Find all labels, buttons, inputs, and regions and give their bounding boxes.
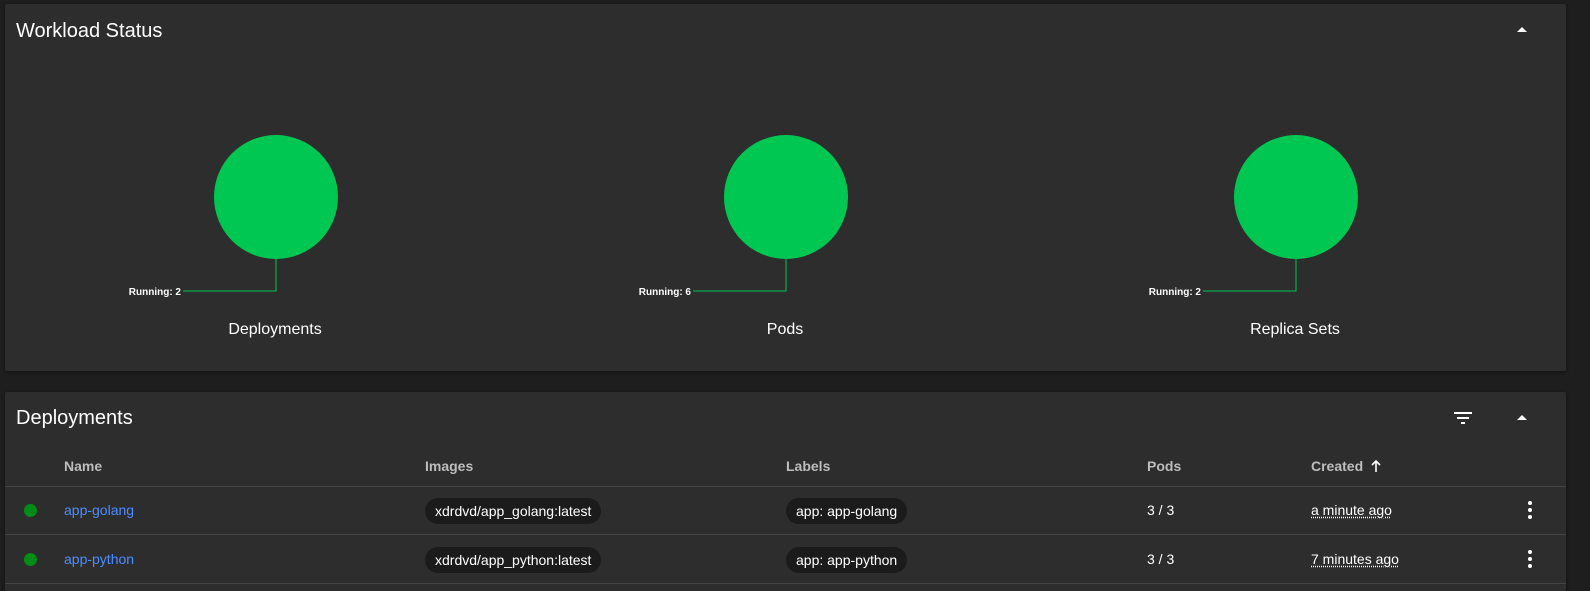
deployments-graph-title: Deployments xyxy=(228,321,322,338)
column-header-images: Images xyxy=(425,458,474,474)
deployments-pie-chart: Running: 2 xyxy=(129,135,338,298)
arrow-drop-up-icon xyxy=(1517,27,1527,32)
more-vert-icon[interactable] xyxy=(1521,498,1539,522)
workload-status-title: Workload Status xyxy=(16,20,163,42)
pods-count: 3 / 3 xyxy=(1147,551,1175,567)
deployments-status-graph: Running: 2 Deployments xyxy=(20,4,530,371)
replica-sets-pie-chart: Running: 2 xyxy=(1149,135,1358,298)
replica-sets-graph-title: Replica Sets xyxy=(1250,321,1340,338)
more-vert-icon[interactable] xyxy=(1521,547,1539,571)
filter-list-icon xyxy=(1454,412,1472,424)
replica-sets-running-label: Running: 2 xyxy=(1149,287,1202,298)
label-chip: app: app-python xyxy=(786,547,908,573)
replica-sets-running-slice xyxy=(1234,135,1358,259)
pods-count: 3 / 3 xyxy=(1147,502,1175,518)
deployments-title: Deployments xyxy=(16,407,133,429)
image-chip: xdrdvd/app_golang:latest xyxy=(425,498,602,524)
filter-button[interactable] xyxy=(1451,406,1475,430)
column-header-created-label: Created xyxy=(1311,458,1364,474)
deployment-name-link[interactable]: app-python xyxy=(64,551,134,567)
arrow-upward-icon xyxy=(1371,459,1381,472)
arrow-drop-up-icon xyxy=(1517,415,1527,420)
pods-running-slice xyxy=(724,135,848,259)
status-running-icon xyxy=(24,553,37,566)
column-header-labels: Labels xyxy=(786,458,831,474)
deployments-running-label: Running: 2 xyxy=(129,287,182,298)
workload-collapse-button[interactable] xyxy=(1510,18,1534,42)
created-time: 7 minutes ago xyxy=(1311,551,1399,567)
column-header-name[interactable]: Name xyxy=(64,458,102,474)
pods-status-graph: Running: 6 Pods xyxy=(530,4,1040,371)
deployment-name-link[interactable]: app-golang xyxy=(64,502,134,518)
deployments-label-line xyxy=(183,259,277,292)
workload-status-card: Running: 2 Deployments Running: 6 Pods R… xyxy=(5,4,1566,371)
replica-sets-label-line xyxy=(1203,259,1297,292)
deployments-running-slice xyxy=(214,135,338,259)
status-running-icon xyxy=(24,504,37,517)
column-header-created[interactable]: Created xyxy=(1311,458,1383,474)
column-header-pods: Pods xyxy=(1147,458,1182,474)
table-row: app-python xdrdvd/app_python:latest app:… xyxy=(5,535,1566,584)
created-time: a minute ago xyxy=(1311,502,1392,518)
image-chip: xdrdvd/app_python:latest xyxy=(425,547,602,573)
label-chip: app: app-golang xyxy=(786,498,908,524)
replica-sets-status-graph: Running: 2 Replica Sets xyxy=(1040,4,1550,371)
deployments-table-header: Name Images Labels Pods Created xyxy=(5,446,1566,487)
pods-graph-title: Pods xyxy=(766,321,804,338)
deployments-collapse-button[interactable] xyxy=(1510,406,1534,430)
pods-label-line xyxy=(693,259,787,292)
pods-running-label: Running: 6 xyxy=(639,287,692,298)
table-row: app-golang xdrdvd/app_golang:latest app:… xyxy=(5,486,1566,535)
pods-pie-chart: Running: 6 xyxy=(639,135,848,298)
